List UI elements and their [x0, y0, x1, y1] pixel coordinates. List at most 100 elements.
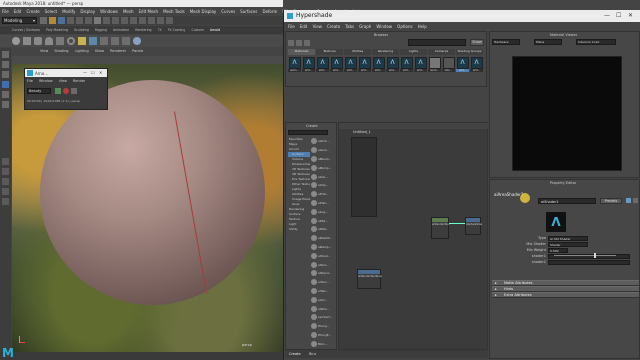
node-name-field[interactable]: aiShader1: [538, 198, 596, 204]
shader-tool-icon[interactable]: [111, 37, 119, 45]
create-node-item[interactable]: aiClip...: [311, 181, 336, 190]
create-node-item[interactable]: aiCar...: [311, 172, 336, 181]
hypershade-menu-item[interactable]: Tabs: [345, 24, 354, 29]
browser-tool-1-icon[interactable]: [288, 40, 294, 46]
material-swatch[interactable]: ΛaiSt...: [358, 57, 371, 72]
create-node-item[interactable]: aiToon...: [311, 278, 336, 287]
save-scene-icon[interactable]: [58, 17, 65, 24]
attribute-value-field[interactable]: Shader: [548, 242, 588, 247]
create-node-item[interactable]: Phong...: [311, 322, 336, 331]
snap-curve-icon[interactable]: [121, 17, 128, 24]
material-swatch[interactable]: ΛaiSt...: [372, 57, 385, 72]
hypershade-menu-item[interactable]: Options: [397, 24, 412, 29]
pe-icon-1[interactable]: [626, 198, 631, 203]
torus-tool-icon[interactable]: [67, 37, 75, 45]
maya-menu-item[interactable]: Mesh Tools: [163, 9, 185, 14]
minimize-icon[interactable]: —: [83, 70, 87, 75]
cylinder-tool-icon[interactable]: [34, 37, 42, 45]
arnold-rv-menu-item[interactable]: Window: [39, 79, 53, 83]
viewport-menu-item[interactable]: View: [40, 49, 48, 53]
browser-show-button[interactable]: Show: [470, 39, 484, 46]
create-node-item[interactable]: aiMat...: [311, 225, 336, 234]
material-swatch[interactable]: ΛaiSt...: [456, 57, 469, 72]
create-node-item[interactable]: aiMix...: [311, 216, 336, 225]
material-swatch[interactable]: ΛaiSt...: [470, 57, 483, 72]
attribute-value-field[interactable]: 0.500: [548, 248, 568, 253]
maya-menu-item[interactable]: Display: [80, 9, 95, 14]
select-hierarchy-icon[interactable]: [85, 17, 92, 24]
pe-icon-2[interactable]: [633, 198, 638, 203]
tab-create[interactable]: Create: [289, 352, 301, 356]
select-tool-icon[interactable]: [2, 51, 9, 58]
select-object-icon[interactable]: [94, 17, 101, 24]
create-node-item[interactable]: aiAmb...: [311, 137, 336, 146]
material-swatch[interactable]: lamb...: [428, 57, 441, 72]
maya-menu-item[interactable]: Curves: [221, 9, 235, 14]
skydome-tool-icon[interactable]: [133, 37, 141, 45]
shelf-tab[interactable]: Animation: [113, 28, 129, 32]
create-node-item[interactable]: aiFlat...: [311, 190, 336, 199]
create-node-item[interactable]: aiAnis...: [311, 146, 336, 155]
create-node-item[interactable]: aiBlend...: [311, 155, 336, 164]
settings-icon[interactable]: [71, 88, 77, 94]
ipr-render-icon[interactable]: [148, 17, 155, 24]
mv-renderer-dropdown[interactable]: Hardware: [492, 39, 520, 45]
create-node-item[interactable]: aiWire...: [311, 304, 336, 313]
paint-select-tool-icon[interactable]: [2, 71, 9, 78]
arnold-rv-menu-item[interactable]: File: [27, 79, 33, 83]
mv-shape-dropdown[interactable]: Plane: [534, 39, 562, 45]
rotate-tool-icon[interactable]: [2, 91, 9, 98]
create-node-item[interactable]: aiPassth...: [311, 234, 336, 243]
material-preview[interactable]: [512, 56, 622, 171]
hypershade-menu-item[interactable]: Window: [376, 24, 392, 29]
browser-tool-2-icon[interactable]: [296, 40, 302, 46]
hs-close-icon[interactable]: ✕: [628, 12, 633, 19]
create-node-item[interactable]: aiShad...: [311, 251, 336, 260]
shelf-tab[interactable]: FX Caching: [168, 28, 186, 32]
attribute-value-field[interactable]: [548, 260, 630, 265]
maya-menu-item[interactable]: Deform: [262, 9, 277, 14]
presets-button[interactable]: Presets: [600, 198, 622, 204]
tab-bins[interactable]: Bins: [309, 352, 316, 356]
select-component-icon[interactable]: [103, 17, 110, 24]
move-tool-icon[interactable]: [2, 81, 9, 88]
shelf-tab[interactable]: Arnold: [210, 28, 220, 32]
mode-dropdown[interactable]: Modeling ▾: [2, 17, 37, 24]
hs-minimize-icon[interactable]: —: [604, 12, 610, 19]
create-node-item[interactable]: aiBump...: [311, 163, 336, 172]
hypershade-icon[interactable]: [166, 17, 173, 24]
material-swatch[interactable]: ΛaiSt...: [400, 57, 413, 72]
graph-node-shader-2[interactable]: aiStandardSurface2: [357, 269, 382, 289]
close-icon[interactable]: ✕: [99, 70, 102, 75]
aov-dropdown[interactable]: Beauty: [27, 88, 51, 94]
render-view-tool-icon[interactable]: [100, 37, 108, 45]
render-settings-icon[interactable]: [157, 17, 164, 24]
create-search-input[interactable]: [288, 130, 328, 135]
maya-menu-item[interactable]: Edit Mesh: [139, 9, 159, 14]
browser-tab[interactable]: Textures: [316, 49, 343, 55]
material-swatch[interactable]: ΛaiSt...: [414, 57, 427, 72]
layout-outliner-icon[interactable]: [2, 188, 9, 195]
layout-single-icon[interactable]: [2, 158, 9, 165]
create-node-item[interactable]: aiRamp...: [311, 243, 336, 252]
create-node-item[interactable]: aiSkin...: [311, 260, 336, 269]
browser-tab[interactable]: Rendering: [372, 49, 399, 55]
lasso-tool-icon[interactable]: [2, 61, 9, 68]
maximize-icon[interactable]: ☐: [91, 70, 95, 75]
material-swatch[interactable]: ΛaiAm...: [288, 57, 301, 72]
shelf-tab[interactable]: Custom: [191, 28, 203, 32]
snap-grid-icon[interactable]: [112, 17, 119, 24]
viewport-menu-item[interactable]: Show: [95, 49, 104, 53]
redo-icon[interactable]: [76, 17, 83, 24]
browser-tab[interactable]: Materials: [288, 49, 315, 55]
create-node-item[interactable]: Lambert...: [311, 313, 336, 322]
maya-menu-item[interactable]: Create: [26, 9, 39, 14]
create-node-item[interactable]: Blinn...: [311, 339, 336, 348]
create-node-item[interactable]: aiTwo...: [311, 287, 336, 296]
browser-tool-3-icon[interactable]: [304, 40, 310, 46]
texture-tool-icon[interactable]: [122, 37, 130, 45]
sphere-object[interactable]: [40, 80, 265, 305]
shelf-tab[interactable]: Rigging: [95, 28, 107, 32]
stop-icon[interactable]: [63, 88, 69, 94]
material-swatch[interactable]: ΛaiSt...: [386, 57, 399, 72]
